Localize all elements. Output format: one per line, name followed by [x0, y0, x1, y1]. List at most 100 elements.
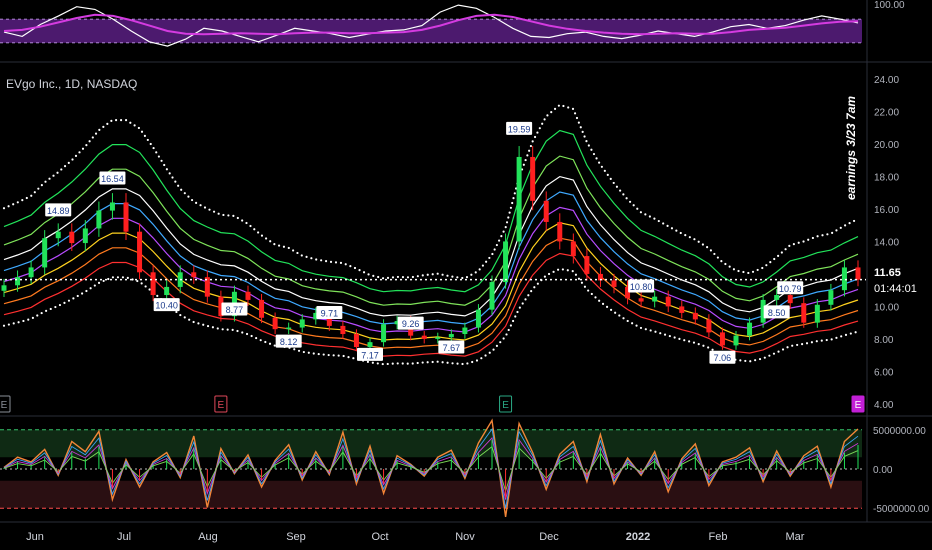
time-tick-label: Oct	[371, 531, 388, 543]
price-marker-label: 8.12	[280, 337, 298, 347]
price-tick-label: 8.00	[874, 335, 894, 346]
price-marker-label: 9.71	[321, 309, 339, 319]
candle-body	[1, 285, 7, 291]
candle-body	[462, 327, 468, 335]
candle-body	[340, 325, 346, 335]
price-marker: 10.80	[628, 279, 655, 293]
candle-body	[123, 202, 129, 232]
price-tick-label: 16.00	[874, 205, 899, 216]
candle-body	[299, 319, 305, 328]
earnings-marker-label: E	[855, 400, 862, 411]
price-marker: 8.77	[221, 302, 248, 316]
price-marker: 7.17	[357, 347, 383, 361]
candle-body	[475, 309, 481, 328]
candle-body	[530, 156, 536, 201]
price-tick-label: 6.00	[874, 367, 894, 378]
earnings-marker: E	[214, 395, 228, 413]
price-marker: 10.79	[777, 281, 804, 295]
candle-body	[55, 231, 61, 239]
candle-body	[503, 241, 509, 283]
price-marker: 8.12	[275, 334, 302, 348]
price-marker-label: 14.89	[47, 206, 70, 216]
countdown-timer: 01:44:01	[874, 283, 917, 295]
price-marker-label: 10.40	[155, 301, 178, 311]
price-marker: 19.59	[506, 121, 533, 135]
price-marker: 10.40	[153, 298, 180, 312]
symbol-title: EVgo Inc., 1D, NASDAQ	[6, 77, 137, 91]
candle-body	[719, 332, 725, 346]
candle-body	[150, 272, 156, 296]
price-marker-label: 8.77	[226, 305, 244, 315]
volume-upper-zone	[0, 429, 862, 458]
last-price-label: 11.65 01:44:01	[867, 263, 921, 297]
price-marker: 7.06	[709, 350, 736, 364]
time-tick-label: Jun	[26, 531, 44, 543]
candle-body	[747, 322, 753, 336]
candle-body	[272, 317, 278, 330]
candle-body	[353, 334, 359, 348]
earnings-marker-label: E	[218, 400, 225, 411]
earnings-marker: E	[851, 395, 865, 413]
candle-body	[448, 334, 454, 338]
volume-tick-label: 0.00	[873, 465, 893, 476]
earnings-marker: E	[0, 395, 11, 413]
price-marker-label: 16.54	[101, 174, 124, 184]
price-marker-label: 7.67	[443, 343, 461, 353]
last-price-value: 11.65	[874, 267, 901, 279]
candle-body	[15, 277, 21, 286]
candle-body	[611, 280, 617, 287]
chart-canvas: 100.00 14.89 16.54 10.40 8.77 8.12 9.71 7.17 9.…	[0, 0, 932, 550]
time-tick-label: Feb	[709, 531, 728, 543]
candle-body	[42, 238, 48, 268]
time-tick-label: Nov	[455, 531, 475, 543]
candle-body	[137, 231, 143, 273]
candle-body	[245, 291, 251, 300]
candle-body	[584, 256, 590, 274]
candle-body	[787, 295, 793, 304]
candle-body	[28, 267, 34, 278]
candle-body	[259, 299, 265, 318]
price-marker: 7.67	[438, 340, 465, 354]
candle-body	[814, 304, 820, 323]
candle-body	[164, 286, 170, 296]
price-tick-label: 22.00	[874, 107, 899, 118]
candle-body	[841, 267, 847, 291]
candle-body	[381, 324, 387, 343]
time-tick-label: Aug	[198, 531, 218, 543]
earnings-marker: E	[499, 395, 513, 413]
candle-body	[774, 295, 780, 300]
candle-body	[543, 200, 549, 222]
candle-body	[96, 210, 102, 229]
price-marker-label: 10.80	[630, 282, 653, 292]
candle-body	[855, 267, 861, 280]
price-tick-label: 20.00	[874, 140, 899, 151]
candle-body	[191, 272, 197, 278]
volume-tick-label: 5000000.00	[873, 426, 926, 437]
price-marker-label: 8.50	[768, 308, 786, 318]
price-tick-label: 10.00	[874, 302, 899, 313]
price-marker: 14.89	[45, 203, 72, 217]
time-tick-label: Sep	[286, 531, 306, 543]
price-marker-label: 9.26	[402, 319, 420, 329]
candle-body	[733, 335, 739, 346]
time-tick-label: Mar	[786, 531, 805, 543]
candle-body	[557, 221, 563, 242]
price-marker-label: 7.06	[714, 353, 732, 363]
volume-tick-label: -5000000.00	[873, 504, 930, 515]
price-tick-label: 14.00	[874, 237, 899, 248]
candle-body	[421, 335, 427, 339]
candle-body	[638, 298, 644, 302]
candle-body	[652, 296, 658, 302]
volume-lower-zone	[0, 480, 862, 509]
price-marker: 8.50	[763, 305, 790, 319]
candle-body	[706, 319, 712, 333]
candle-body	[516, 156, 522, 242]
rsi-tick-label: 100.00	[874, 0, 905, 11]
price-marker-label: 10.79	[779, 284, 802, 294]
price-marker-label: 19.59	[508, 124, 531, 134]
candle-body	[570, 241, 576, 257]
candle-body	[489, 282, 495, 310]
price-marker: 16.54	[99, 171, 126, 185]
price-marker: 9.26	[397, 316, 424, 330]
candle-body	[435, 337, 441, 339]
